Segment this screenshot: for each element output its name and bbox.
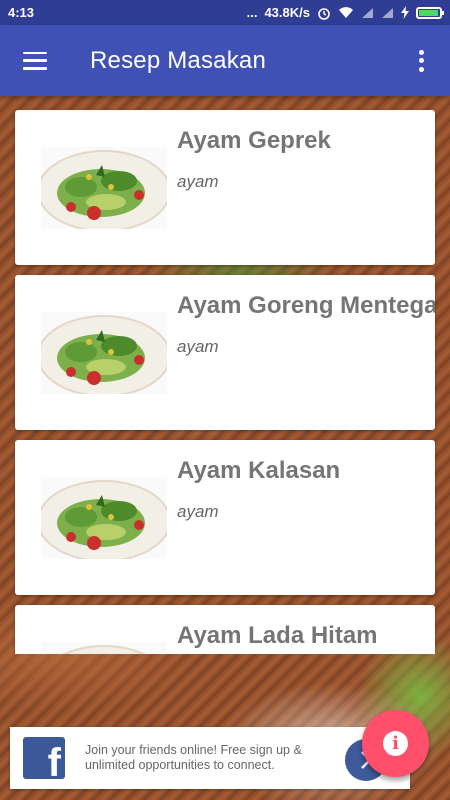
recipe-thumbnail [41, 477, 167, 559]
recipe-list[interactable]: Ayam Geprek ayam Ayam Goreng Mentega aya… [0, 96, 450, 654]
signal-icon [382, 7, 393, 18]
recipe-title: Ayam Lada Hitam [177, 622, 378, 649]
charging-icon [401, 6, 409, 19]
status-time: 4:13 [8, 5, 35, 20]
app-title: Resep Masakan [90, 46, 267, 74]
salad-image [62, 645, 146, 654]
recipe-card[interactable]: Ayam Lada Hitam ayam [15, 605, 435, 654]
recipe-category: ayam [177, 172, 219, 191]
more-vert-icon[interactable] [418, 49, 424, 72]
network-speed: 43.8K/s [264, 5, 310, 20]
wifi-icon [339, 6, 353, 18]
hamburger-menu-icon[interactable] [23, 51, 47, 70]
ad-text: Join your friends online! Free sign up &… [85, 743, 302, 772]
status-dots: ... [246, 5, 258, 20]
recipe-title: Ayam Goreng Mentega [177, 292, 435, 319]
recipe-card[interactable]: Ayam Geprek ayam [15, 110, 435, 265]
battery-icon [416, 6, 444, 19]
recipe-category: ayam [177, 337, 219, 356]
signal-icon [362, 7, 373, 18]
status-icons: ... 43.8K/s [246, 5, 444, 20]
salad-image [41, 315, 167, 394]
salad-image [41, 480, 167, 559]
recipe-card[interactable]: Ayam Goreng Mentega ayam [15, 275, 435, 430]
status-bar: 4:13 ... 43.8K/s [0, 0, 450, 25]
recipe-category: ayam [177, 502, 219, 521]
recipe-thumbnail [41, 642, 167, 654]
salad-image [41, 150, 167, 229]
facebook-logo-icon: f [23, 737, 65, 779]
alarm-icon [318, 7, 330, 20]
info-fab-button[interactable]: i [362, 710, 429, 777]
recipe-title: Ayam Geprek [177, 127, 331, 154]
recipe-card[interactable]: Ayam Kalasan ayam [15, 440, 435, 595]
recipe-thumbnail [41, 147, 167, 229]
app-bar: Resep Masakan [0, 25, 450, 96]
recipe-thumbnail [41, 312, 167, 394]
info-icon: i [383, 731, 408, 756]
recipe-title: Ayam Kalasan [177, 457, 341, 484]
ad-banner[interactable]: f Join your friends online! Free sign up… [10, 727, 410, 789]
